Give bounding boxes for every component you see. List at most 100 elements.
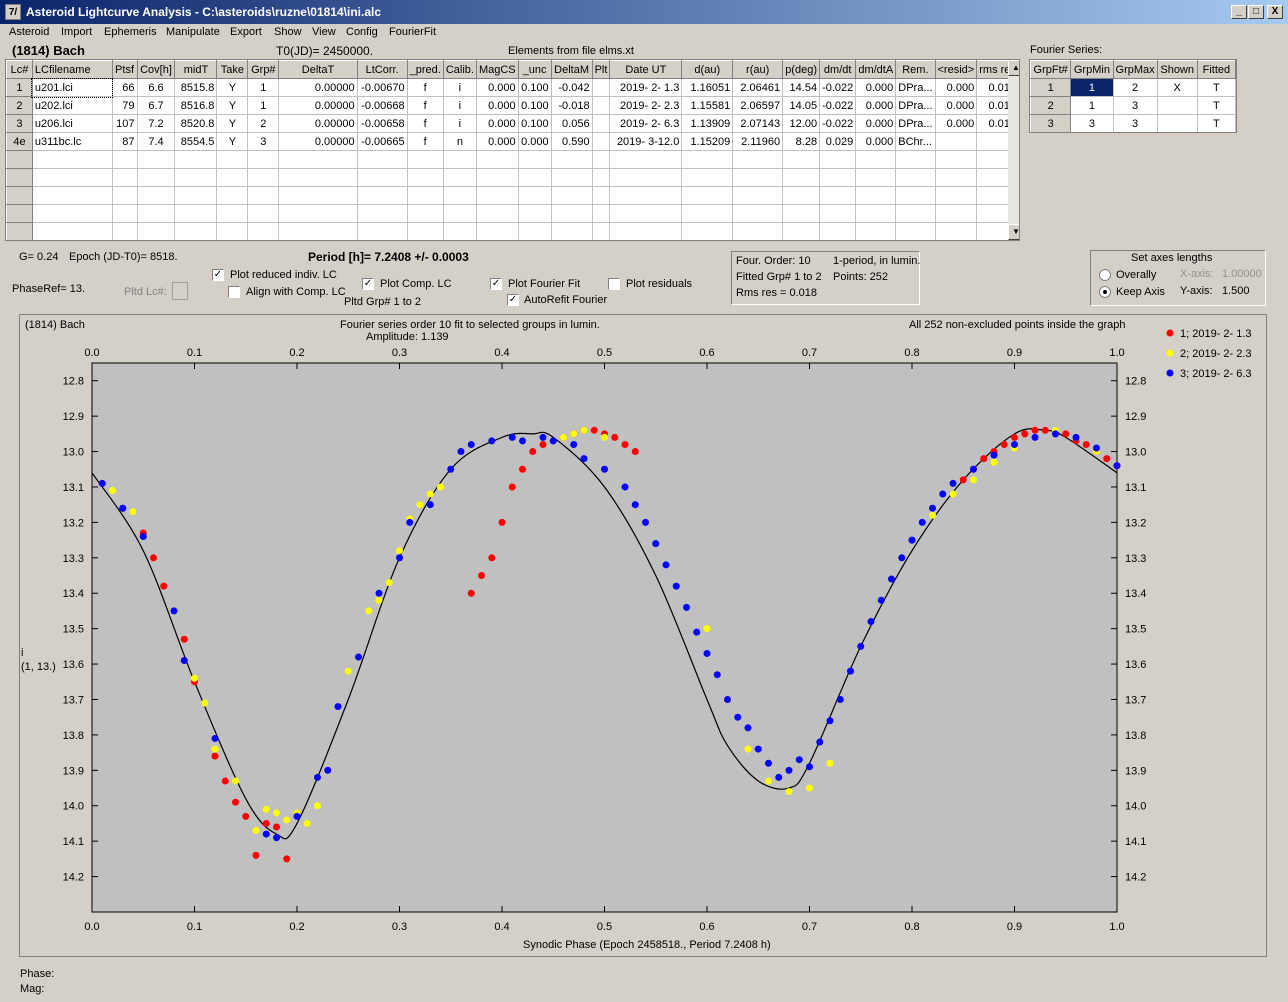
lc-cell[interactable]: 2019- 2- 6.3 — [609, 114, 683, 133]
lc-col-header[interactable]: Date UT — [609, 60, 683, 79]
lc-cell-empty[interactable] — [216, 204, 249, 223]
fs-cell[interactable]: 3 — [1112, 96, 1158, 115]
lc-cell-empty[interactable] — [136, 186, 176, 205]
lc-cell-empty[interactable] — [247, 168, 280, 187]
lc-cell[interactable]: 0.000 — [934, 96, 978, 115]
lc-cell-empty[interactable] — [442, 222, 477, 240]
lc-cell-empty[interactable] — [111, 186, 138, 205]
fourier-series-grid[interactable]: GrpFt# GrpMin GrpMax Shown Fitted 112XT213T3… — [1029, 59, 1237, 133]
lc-cell[interactable]: -0.00670 — [356, 78, 408, 97]
lc-cell-empty[interactable] — [819, 168, 857, 187]
lc-col-header[interactable]: midT — [174, 60, 218, 79]
menu-export[interactable]: Export — [230, 26, 262, 38]
lc-cell-empty[interactable] — [934, 204, 978, 223]
menu-show[interactable]: Show — [274, 26, 302, 38]
lc-cell[interactable]: Y — [216, 114, 249, 133]
lc-cell[interactable]: 0.100 — [517, 114, 552, 133]
lc-cell-empty[interactable] — [6, 150, 33, 169]
lc-cell[interactable]: 0.100 — [517, 78, 552, 97]
lc-cell[interactable]: 0.056 — [550, 114, 593, 133]
fs-row-header[interactable]: 3 — [1030, 114, 1072, 132]
y-axis-value[interactable]: 1.500 — [1222, 285, 1250, 297]
lc-cell-empty[interactable] — [31, 168, 113, 187]
lc-cell-empty[interactable] — [934, 186, 978, 205]
lc-cell[interactable]: -0.00658 — [356, 114, 408, 133]
fs-col-header[interactable]: GrpMax — [1112, 60, 1158, 79]
lc-col-header[interactable]: Grp# — [247, 60, 280, 79]
lc-cell[interactable]: 0.000 — [475, 96, 519, 115]
lc-cell[interactable]: 1.15209 — [681, 132, 734, 151]
fs-cell[interactable]: T — [1196, 114, 1236, 132]
overally-radio[interactable] — [1099, 269, 1111, 281]
lc-cell[interactable]: 0.000 — [934, 78, 978, 97]
lc-col-header[interactable]: MagCS — [475, 60, 519, 79]
fs-cell[interactable]: T — [1196, 78, 1236, 97]
lc-col-header[interactable]: Ptsf — [111, 60, 138, 79]
lc-cell-empty[interactable] — [855, 204, 897, 223]
lc-cell-empty[interactable] — [591, 150, 611, 169]
lc-cell[interactable]: 79 — [111, 96, 138, 115]
lc-row-empty[interactable] — [6, 186, 1019, 205]
lc-cell[interactable]: u206.lci — [31, 114, 113, 133]
lc-cell-empty[interactable] — [591, 204, 611, 223]
lc-row-empty[interactable] — [6, 204, 1019, 223]
lc-cell-empty[interactable] — [136, 150, 176, 169]
lc-col-header[interactable]: DeltaT — [278, 60, 358, 79]
lc-cell-empty[interactable] — [247, 222, 280, 240]
lc-col-header[interactable]: d(au) — [681, 60, 734, 79]
lc-cell-empty[interactable] — [6, 222, 33, 240]
lc-cell-empty[interactable] — [819, 204, 857, 223]
lc-cell-empty[interactable] — [356, 186, 408, 205]
lc-cell[interactable]: 0.00000 — [278, 96, 358, 115]
lc-cell-empty[interactable] — [591, 168, 611, 187]
lc-cell-empty[interactable] — [591, 222, 611, 240]
lc-cell[interactable]: f — [406, 132, 444, 151]
lc-cell[interactable]: -0.022 — [819, 78, 857, 97]
lc-cell-empty[interactable] — [895, 186, 936, 205]
lc-col-header[interactable]: p(deg) — [782, 60, 821, 79]
fs-col-header[interactable]: GrpMin — [1070, 60, 1114, 79]
lc-cell-empty[interactable] — [278, 222, 358, 240]
lc-col-header[interactable]: Lc# — [6, 60, 33, 79]
fs-row-header[interactable]: 1 — [1030, 78, 1072, 97]
fs-cell[interactable]: 3 — [1070, 114, 1114, 132]
lc-cell[interactable]: 1 — [247, 78, 280, 97]
lc-cell-empty[interactable] — [681, 186, 734, 205]
lc-cell[interactable]: 6.7 — [136, 96, 176, 115]
plot-fourier-checkbox[interactable]: ✓ — [490, 278, 502, 290]
lc-cell[interactable]: 0.000 — [475, 114, 519, 133]
x-axis-value[interactable]: 1.00000 — [1222, 268, 1262, 280]
lc-row-header[interactable]: 3 — [6, 114, 33, 133]
lc-cell[interactable]: 2.06461 — [732, 78, 784, 97]
pltd-lc-spinner[interactable] — [172, 282, 188, 300]
lc-cell-empty[interactable] — [6, 168, 33, 187]
menu-asteroid[interactable]: Asteroid — [9, 26, 49, 38]
lc-cell-empty[interactable] — [278, 204, 358, 223]
fs-col-header[interactable]: Fitted — [1196, 60, 1236, 79]
lc-cell[interactable]: BChr... — [895, 132, 936, 151]
lc-row-empty[interactable] — [6, 222, 1019, 240]
lc-cell-empty[interactable] — [278, 186, 358, 205]
lc-cell[interactable]: 2 — [247, 114, 280, 133]
lc-cell[interactable]: i — [442, 96, 477, 115]
lc-cell-empty[interactable] — [609, 204, 683, 223]
lc-cell-empty[interactable] — [278, 150, 358, 169]
lc-col-header[interactable]: Plt — [591, 60, 611, 79]
lc-cell[interactable]: 3 — [247, 132, 280, 151]
lc-cell-empty[interactable] — [442, 186, 477, 205]
lc-cell-empty[interactable] — [136, 168, 176, 187]
lc-cell-empty[interactable] — [517, 168, 552, 187]
lc-cell-empty[interactable] — [732, 204, 784, 223]
lc-cell[interactable]: 7.4 — [136, 132, 176, 151]
lc-cell-empty[interactable] — [895, 168, 936, 187]
lc-cell[interactable]: DPra... — [895, 96, 936, 115]
lc-cell[interactable]: 107 — [111, 114, 138, 133]
lightcurve-plot[interactable]: (1814) Bach Fourier series order 10 fit … — [19, 314, 1267, 957]
lc-cell[interactable]: n — [442, 132, 477, 151]
lc-cell[interactable]: -0.018 — [550, 96, 593, 115]
lc-col-header[interactable]: Rem. — [895, 60, 936, 79]
lc-cell[interactable]: f — [406, 78, 444, 97]
lc-cell[interactable]: 66 — [111, 78, 138, 97]
menu-config[interactable]: Config — [346, 26, 378, 38]
lc-cell-empty[interactable] — [819, 222, 857, 240]
